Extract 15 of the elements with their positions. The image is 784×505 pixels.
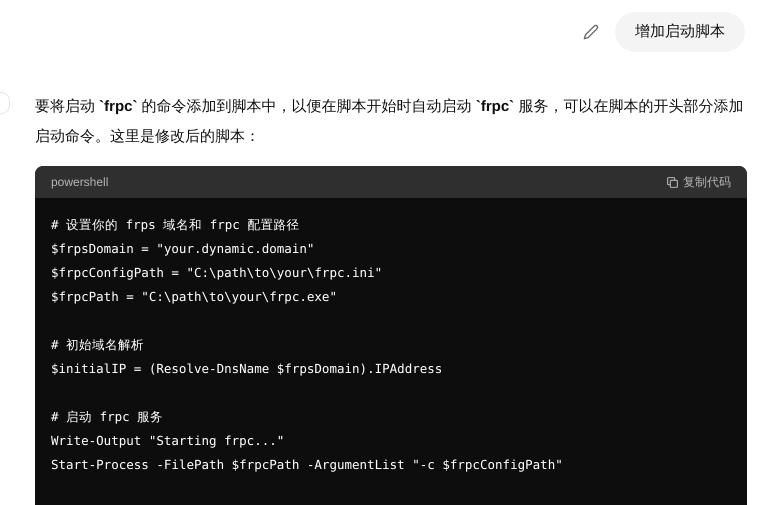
code-line: # 设置你的 frps 域名和 frpc 配置路径 <box>51 216 300 234</box>
copy-code-button[interactable]: 复制代码 <box>666 173 731 191</box>
language-label: powershell <box>51 174 108 191</box>
user-message: 增加启动脚本 <box>615 12 745 52</box>
code-line: # 初始域名解析 <box>51 336 146 354</box>
edit-icon[interactable] <box>583 24 599 40</box>
code-line: # 启动 frpc 服务 <box>51 408 164 426</box>
code-line: $frpcConfigPath = "C:\path\to\your\frpc.ini" <box>51 264 384 282</box>
code-line: Start-Process -FilePath $frpcPath -ArgumentList "-c $frpcConfigPath" <box>51 456 564 474</box>
code-line: $frpsDomain = "your.dynamic.domain" <box>51 240 316 258</box>
code-line: $frpcPath = "C:\path\to\your\frpc.exe" <box>51 288 338 306</box>
copy-icon <box>666 176 679 188</box>
answer-paragraph: 要将启动 `frpc` 的命令添加到脚本中，以便在脚本开始时自动启动 `frpc` 服务，可以在脚本的开头部分添加启动命令。这里是修改后的脚本： <box>35 97 744 147</box>
code-line: $initialIP = (Resolve-DnsName $frpsDomain).IPAddress <box>51 360 444 378</box>
code-line: Write-Output "Starting frpc..." <box>51 432 286 450</box>
